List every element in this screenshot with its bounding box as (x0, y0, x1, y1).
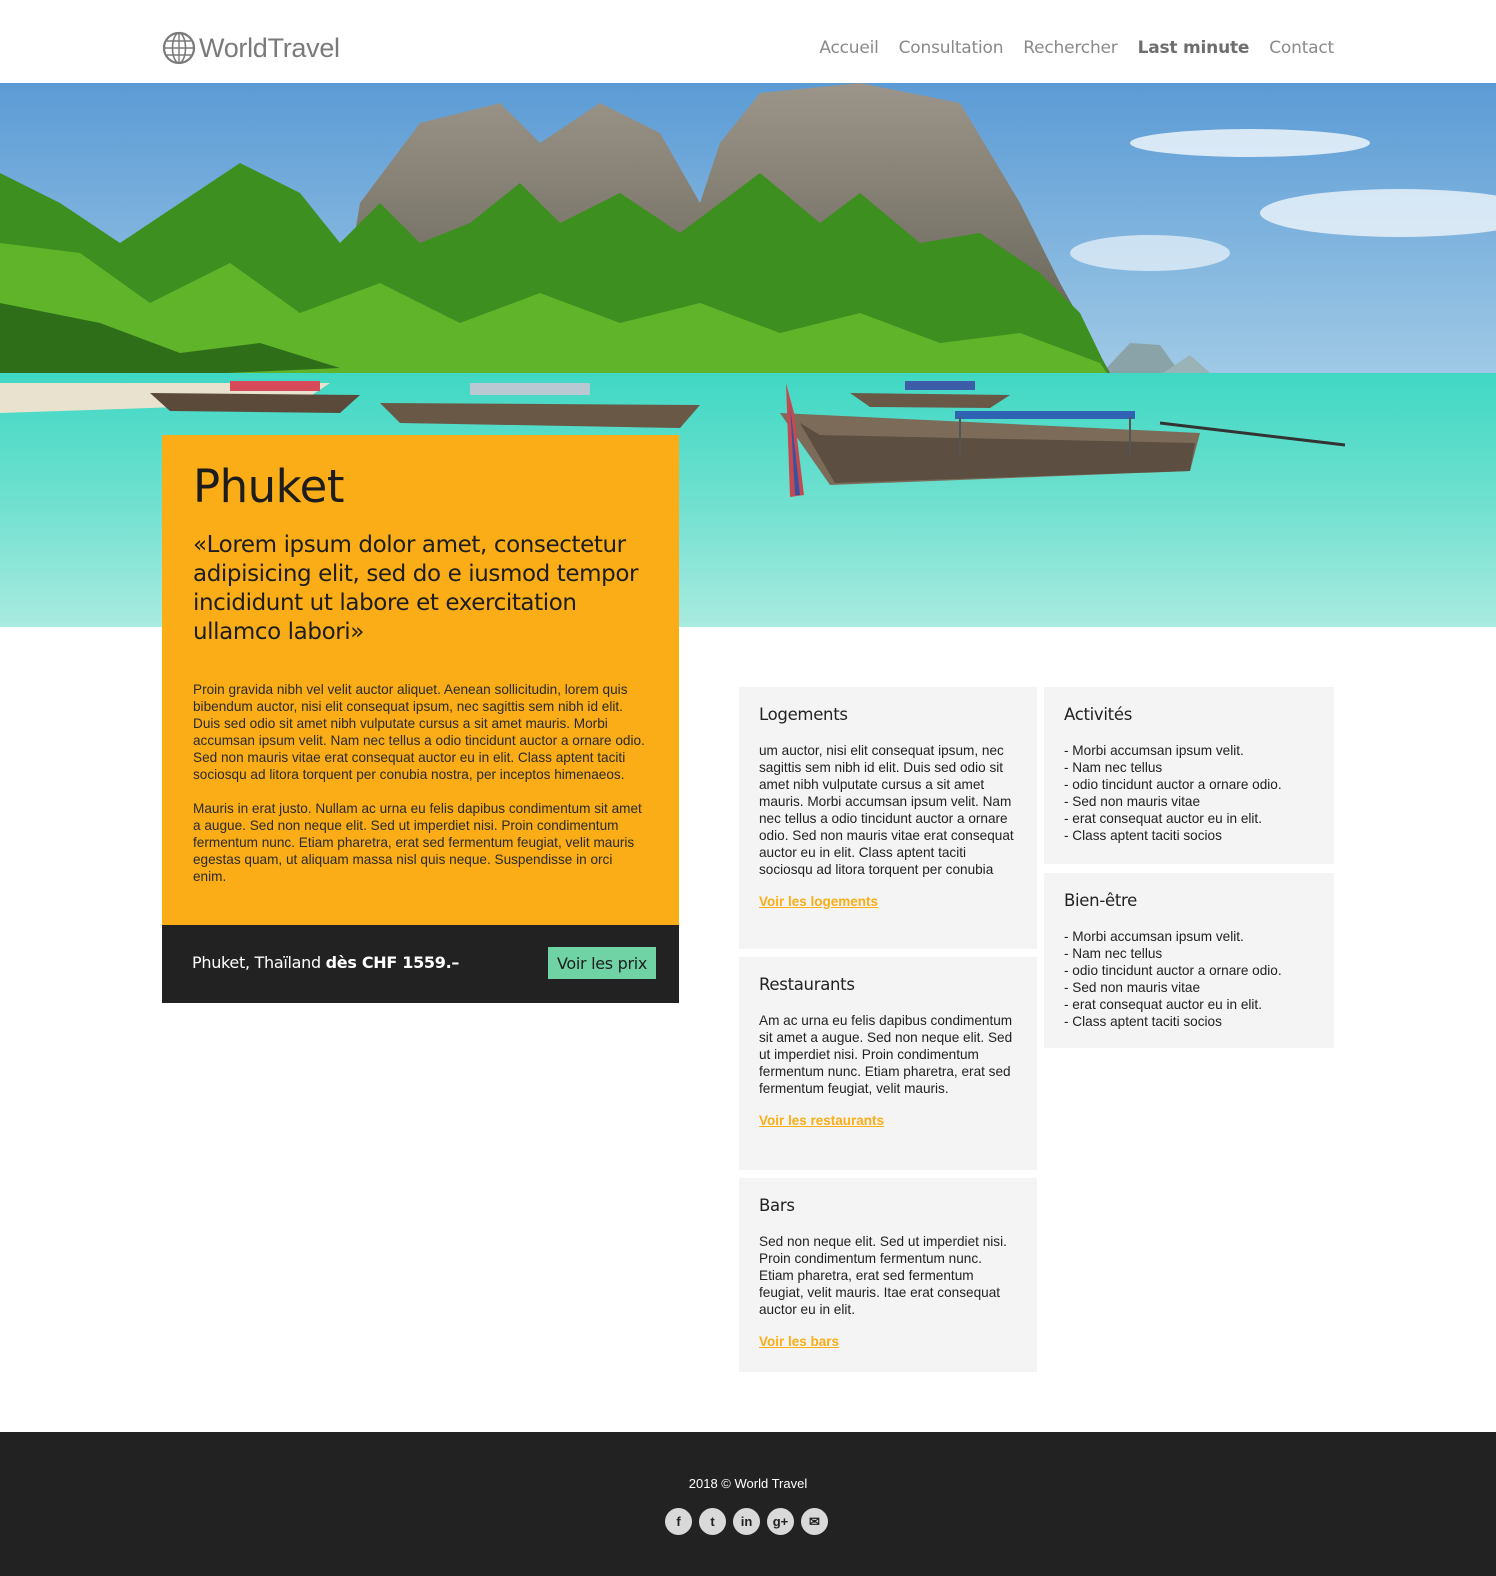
location-label: Phuket, Thaïland (192, 953, 321, 972)
description-paragraph: Proin gravida nibh vel velit auctor aliq… (193, 682, 645, 782)
box-bars: Bars Sed non neque elit. Sed ut imperdie… (739, 1178, 1037, 1372)
wellness-list: - Morbi accumsan ipsum velit. - Nam nec … (1064, 928, 1314, 1030)
box-title: Logements (759, 705, 848, 724)
box-logements: Logements um auctor, nisi elit consequat… (739, 687, 1037, 949)
destination-quote: «Lorem ipsum dolor amet, consectetur adi… (193, 532, 639, 645)
logo-text: WorldTravel (199, 32, 340, 63)
box-title: Activités (1064, 705, 1132, 724)
linkedin-icon[interactable]: in (733, 1508, 760, 1535)
nav-last-minute[interactable]: Last minute (1138, 38, 1250, 58)
box-title: Bien-être (1064, 891, 1137, 910)
view-prices-button[interactable]: Voir les prix (548, 947, 656, 979)
list-item: - erat consequat auctor eu in elit. (1064, 997, 1262, 1012)
google-plus-icon[interactable]: g+ (767, 1508, 794, 1535)
box-restaurants: Restaurants Am ac urna eu felis dapibus … (739, 957, 1037, 1170)
list-item: - Class aptent taciti socios (1064, 1014, 1222, 1029)
list-item: - Sed non mauris vitae (1064, 980, 1201, 995)
description-paragraph: Mauris in erat justo. Nullam ac urna eu … (193, 801, 642, 884)
copyright: 2018 © World Travel (688, 1476, 808, 1491)
nav-rechercher[interactable]: Rechercher (1023, 38, 1117, 58)
site-footer: 2018 © World Travel f t in g+ ✉ (0, 1432, 1496, 1576)
main-nav: Accueil Consultation Rechercher Last min… (799, 38, 1334, 58)
nav-accueil[interactable]: Accueil (819, 38, 879, 58)
price-value: dès CHF 1559.– (325, 953, 460, 972)
social-links: f t in g+ ✉ (665, 1508, 828, 1535)
activities-list: - Morbi accumsan ipsum velit. - Nam nec … (1064, 742, 1314, 844)
globe-icon (162, 31, 196, 65)
box-title: Restaurants (759, 975, 855, 994)
list-item: - odio tincidunt auctor a ornare odio. (1064, 963, 1282, 978)
view-logements-link[interactable]: Voir les logements (759, 894, 878, 909)
mail-icon[interactable]: ✉ (801, 1508, 828, 1535)
view-bars-link[interactable]: Voir les bars (759, 1334, 839, 1349)
list-item: - Class aptent taciti socios (1064, 828, 1222, 843)
destination-card: Phuket «Lorem ipsum dolor amet, consecte… (162, 435, 679, 925)
destination-description: Proin gravida nibh vel velit auctor aliq… (193, 681, 648, 885)
price-bar: Phuket, Thaïland dès CHF 1559.– Voir les… (162, 925, 679, 1003)
logo[interactable]: WorldTravel (162, 31, 340, 65)
list-item: - Nam nec tellus (1064, 760, 1163, 775)
box-text: um auctor, nisi elit consequat ipsum, ne… (759, 743, 1014, 877)
box-title: Bars (759, 1196, 795, 1215)
box-text: Sed non neque elit. Sed ut imperdiet nis… (759, 1234, 1007, 1317)
destination-title: Phuket (193, 460, 344, 513)
list-item: - Morbi accumsan ipsum velit. (1064, 743, 1244, 758)
list-item: - Morbi accumsan ipsum velit. (1064, 929, 1244, 944)
list-item: - odio tincidunt auctor a ornare odio. (1064, 777, 1282, 792)
list-item: - erat consequat auctor eu in elit. (1064, 811, 1262, 826)
box-text: Am ac urna eu felis dapibus condimentum … (759, 1013, 1013, 1096)
list-item: - Nam nec tellus (1064, 946, 1163, 961)
nav-contact[interactable]: Contact (1269, 38, 1334, 58)
twitter-icon[interactable]: t (699, 1508, 726, 1535)
view-restaurants-link[interactable]: Voir les restaurants (759, 1113, 884, 1128)
site-header: WorldTravel Accueil Consultation Recherc… (0, 0, 1496, 83)
price-info: Phuket, Thaïland dès CHF 1559.– (192, 953, 459, 972)
box-bien-etre: Bien-être - Morbi accumsan ipsum velit. … (1044, 873, 1334, 1048)
nav-consultation[interactable]: Consultation (899, 38, 1004, 58)
box-activites: Activités - Morbi accumsan ipsum velit. … (1044, 687, 1334, 864)
facebook-icon[interactable]: f (665, 1508, 692, 1535)
list-item: - Sed non mauris vitae (1064, 794, 1201, 809)
